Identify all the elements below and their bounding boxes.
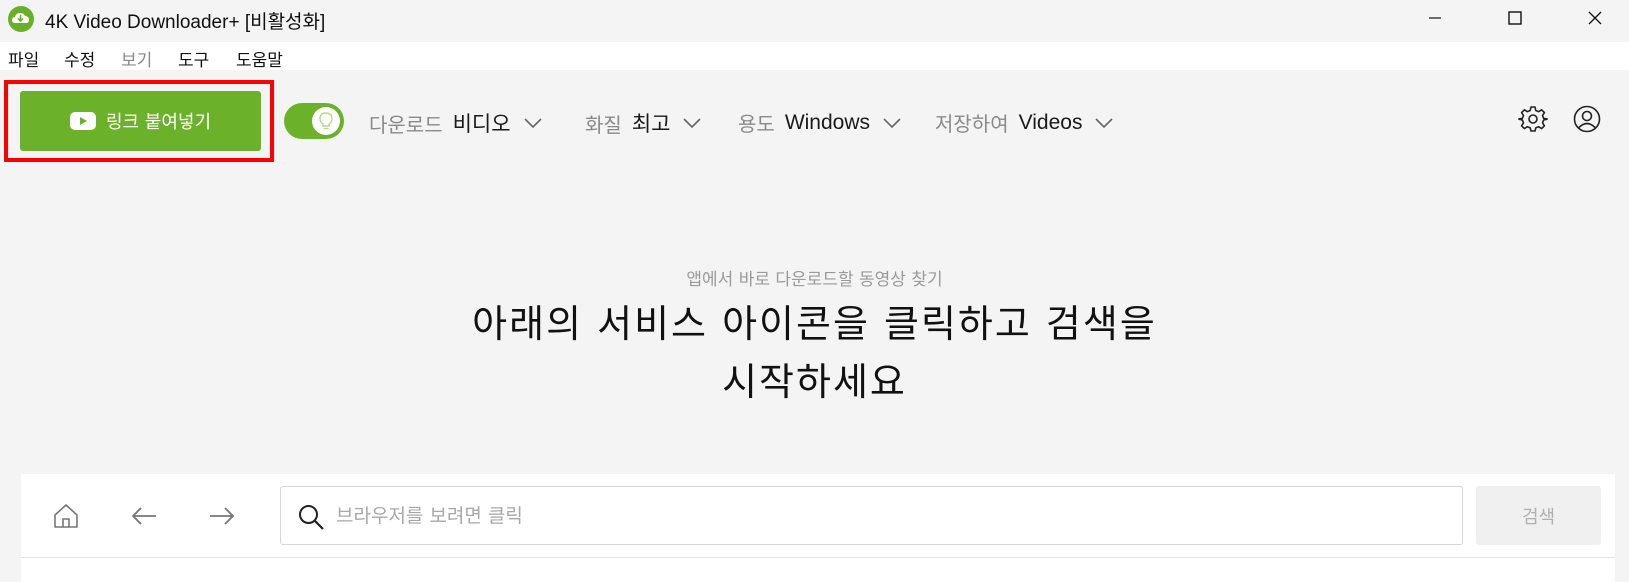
chevron-down-icon — [883, 117, 901, 128]
user-icon — [1573, 105, 1601, 133]
save-location-dropdown[interactable]: 저장하여 Videos — [935, 108, 1114, 137]
youtube-icon — [69, 112, 96, 130]
menu-bar: 파일 수정 보기 도구 도움말 — [0, 42, 1629, 71]
search-button[interactable]: 검색 — [1476, 486, 1601, 545]
maximize-icon — [1508, 11, 1522, 25]
quality-label: 화질 — [585, 112, 622, 137]
search-input[interactable] — [336, 501, 1436, 531]
forward-button[interactable] — [206, 500, 238, 532]
menu-view[interactable]: 보기 — [121, 46, 152, 71]
minimize-icon — [1429, 17, 1441, 19]
app-logo-icon — [8, 6, 34, 32]
quality-value: 최고 — [631, 113, 671, 136]
home-icon — [54, 504, 78, 528]
purpose-dropdown[interactable]: 용도 Windows — [738, 108, 902, 137]
settings-button[interactable] — [1518, 104, 1548, 134]
chevron-down-icon — [1095, 117, 1114, 128]
menu-help[interactable]: 도움말 — [236, 46, 283, 71]
arrow-left-icon — [131, 507, 156, 525]
smart-mode-toggle[interactable] — [284, 103, 344, 139]
headline-line-1: 아래의 서비스 아이콘을 클릭하고 검색을 — [472, 302, 1157, 346]
close-icon — [1588, 11, 1602, 25]
menu-file[interactable]: 파일 — [8, 46, 39, 71]
toggle-knob — [312, 107, 340, 135]
chevron-down-icon — [683, 118, 702, 129]
quality-dropdown[interactable]: 화질 최고 — [585, 108, 702, 138]
minimize-button[interactable] — [1400, 0, 1470, 36]
paste-link-button[interactable]: 링크 붙여넣기 — [20, 91, 261, 151]
title-bar: 4K Video Downloader+ [비활성화] — [0, 0, 1629, 36]
save-location-value: Videos — [1018, 110, 1083, 134]
download-type-dropdown[interactable]: 다운로드 비디오 — [369, 108, 543, 138]
menu-edit[interactable]: 수정 — [64, 46, 95, 71]
maximize-button[interactable] — [1480, 0, 1550, 36]
purpose-label: 용도 — [738, 112, 775, 136]
close-button[interactable] — [1560, 0, 1629, 36]
lightbulb-icon — [319, 112, 333, 130]
search-icon — [299, 505, 324, 530]
download-type-value: 비디오 — [452, 113, 511, 136]
headline-line-2: 시작하세요 — [722, 360, 907, 404]
paste-link-label: 링크 붙여넣기 — [105, 112, 212, 133]
arrow-right-icon — [210, 507, 235, 525]
headline: 아래의 서비스 아이콘을 클릭하고 검색을 시작하세요 — [0, 295, 1629, 411]
gear-icon — [1518, 106, 1548, 132]
search-box[interactable] — [280, 486, 1463, 545]
menu-tools[interactable]: 도구 — [178, 46, 209, 71]
save-location-label: 저장하여 — [935, 112, 1009, 136]
account-button[interactable] — [1572, 104, 1602, 134]
panel-divider — [21, 557, 1615, 558]
download-type-label: 다운로드 — [369, 112, 443, 137]
chevron-down-icon — [524, 118, 542, 129]
back-button[interactable] — [128, 500, 160, 532]
subtitle: 앱에서 바로 다운로드할 동영상 찾기 — [686, 270, 943, 290]
window-title: 4K Video Downloader+ [비활성화] — [45, 12, 326, 33]
home-button[interactable] — [50, 500, 82, 532]
purpose-value: Windows — [784, 110, 871, 134]
